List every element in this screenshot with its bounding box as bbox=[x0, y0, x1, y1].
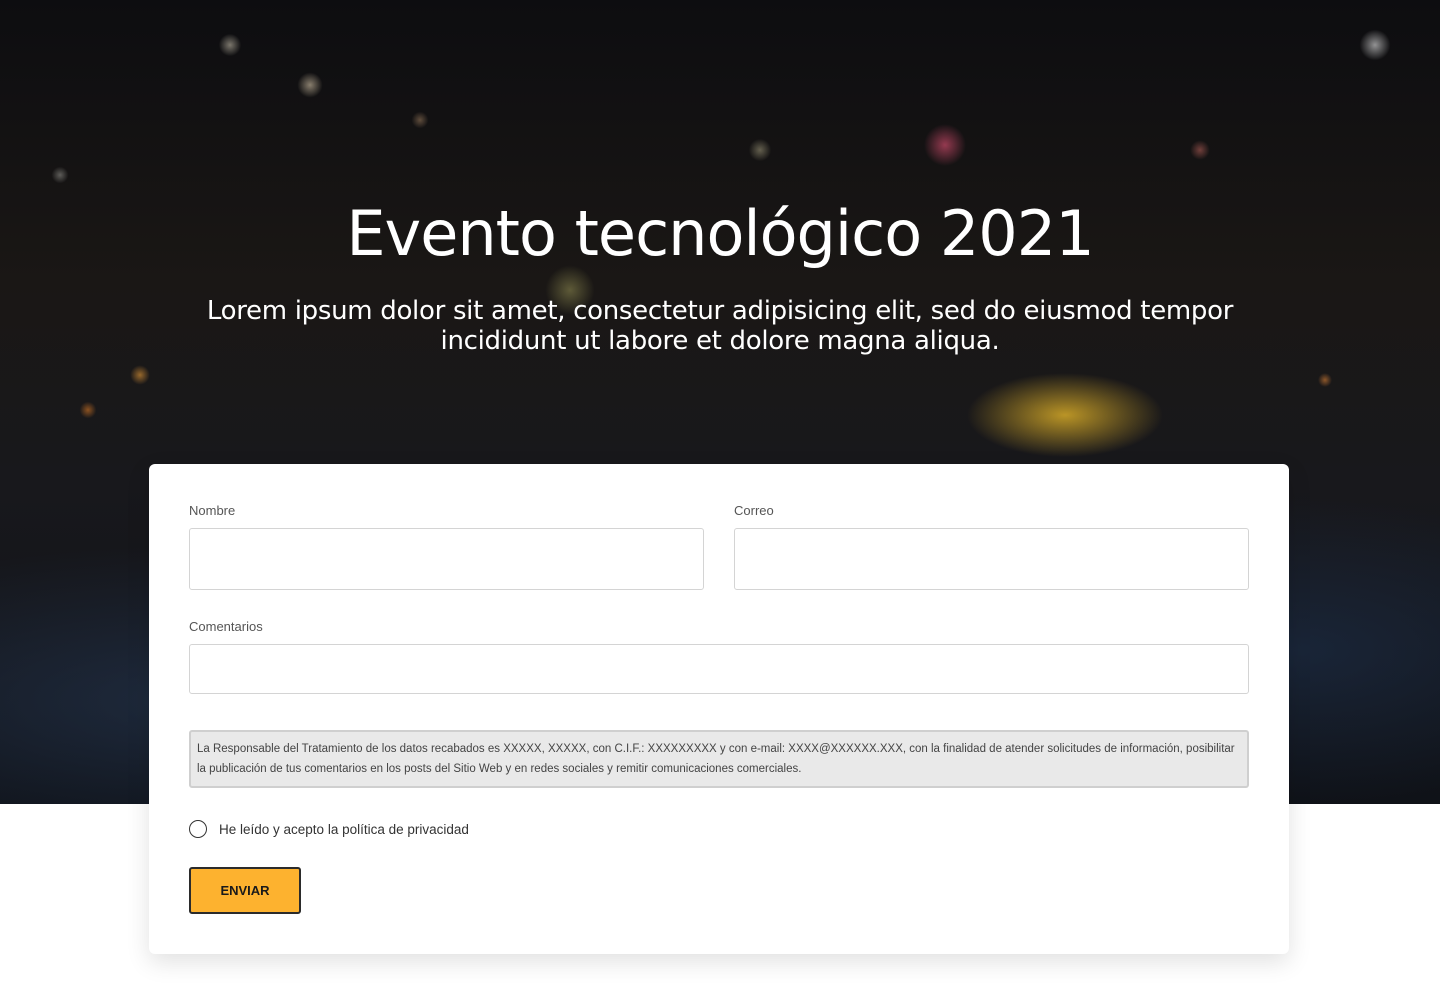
name-label: Nombre bbox=[189, 503, 236, 518]
email-label: Correo bbox=[734, 503, 774, 518]
comments-input[interactable] bbox=[189, 644, 1249, 694]
name-input[interactable] bbox=[189, 528, 704, 590]
privacy-consent[interactable]: He leído y acepto la política de privaci… bbox=[189, 818, 469, 840]
comments-label: Comentarios bbox=[189, 619, 263, 634]
email-input[interactable] bbox=[734, 528, 1249, 590]
privacy-radio[interactable] bbox=[189, 820, 207, 838]
contact-form: Nombre Correo Comentarios La Responsable… bbox=[149, 464, 1289, 954]
hero-subtitle: Lorem ipsum dolor sit amet, consectetur … bbox=[206, 296, 1234, 356]
legal-notice: La Responsable del Tratamiento de los da… bbox=[189, 730, 1249, 788]
submit-button[interactable]: ENVIAR bbox=[189, 867, 301, 914]
page-title: Evento tecnológico 2021 bbox=[346, 197, 1094, 270]
privacy-consent-label[interactable]: He leído y acepto la política de privaci… bbox=[219, 822, 469, 837]
